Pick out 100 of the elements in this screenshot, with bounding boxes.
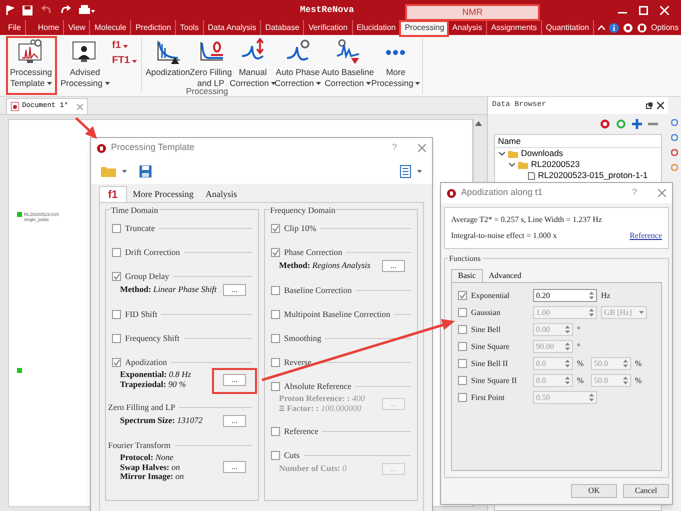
settings-button[interactable]: ... bbox=[223, 374, 246, 386]
app-logo-icon bbox=[97, 144, 106, 152]
dialog-tab[interactable]: f1 bbox=[99, 186, 127, 202]
checkbox[interactable] bbox=[271, 382, 280, 390]
caret-icon bbox=[122, 170, 127, 172]
maximize-icon bbox=[639, 6, 648, 14]
unit-label: ° bbox=[577, 324, 582, 336]
unit-label: % bbox=[635, 374, 643, 386]
small-ribbon-button[interactable]: f1 bbox=[112, 40, 137, 52]
ribbon-button[interactable]: Auto Phase Correction bbox=[274, 38, 322, 90]
spinner-arrows-icon bbox=[565, 342, 570, 351]
ribbon-button[interactable]: More Processing bbox=[374, 38, 418, 90]
small-ribbon-button[interactable]: FT1 bbox=[112, 55, 137, 67]
checkbox[interactable] bbox=[458, 359, 467, 368]
option-label: Absolute Reference bbox=[284, 380, 352, 392]
option-label: First Point bbox=[471, 392, 506, 404]
context-group-label: NMR bbox=[405, 4, 540, 21]
option-label: Group Delay bbox=[125, 270, 170, 282]
spin-field[interactable]: 0.20 bbox=[533, 289, 597, 302]
spinner-arrows-icon bbox=[565, 376, 570, 385]
dialog-tab[interactable]: More Processing bbox=[126, 187, 200, 202]
save-icon bbox=[139, 164, 152, 178]
tool-icon bbox=[671, 164, 678, 171]
folder-icon bbox=[101, 166, 116, 176]
option-label: Apodization bbox=[125, 356, 168, 368]
setting-text: Protocol: None bbox=[120, 453, 174, 462]
settings-button[interactable]: ... bbox=[382, 260, 405, 272]
restore-icon bbox=[646, 102, 653, 109]
dialog-button[interactable]: OK bbox=[571, 484, 617, 498]
option-label: FID Shift bbox=[125, 308, 158, 320]
ribbon-button[interactable]: Manual Correction bbox=[232, 38, 274, 90]
checkbox[interactable] bbox=[112, 272, 121, 280]
collapse-icon bbox=[598, 25, 606, 30]
checkbox[interactable] bbox=[458, 342, 467, 351]
section-title: Zero Filling and LP bbox=[108, 400, 176, 414]
checkbox[interactable] bbox=[458, 325, 467, 334]
spinner-arrows-icon bbox=[565, 325, 570, 334]
checkbox[interactable] bbox=[271, 286, 280, 294]
baseline-icon bbox=[334, 38, 362, 66]
check-icon bbox=[459, 292, 466, 299]
reference-link[interactable]: Reference bbox=[630, 230, 662, 242]
spinner-arrows-icon bbox=[623, 376, 628, 385]
spinner-arrows-icon bbox=[623, 359, 628, 368]
checkbox[interactable] bbox=[271, 450, 280, 460]
setting-text: Proton Reference: : 400 bbox=[279, 394, 366, 404]
caret-icon bbox=[639, 311, 644, 314]
option-label: Gaussian bbox=[471, 306, 502, 318]
window-title: MestReNova bbox=[300, 4, 354, 17]
checkbox[interactable] bbox=[458, 393, 467, 402]
checkbox[interactable] bbox=[112, 248, 121, 256]
checkbox[interactable] bbox=[271, 334, 280, 342]
checkbox[interactable] bbox=[458, 308, 467, 317]
group-title: Frequency Domain bbox=[269, 204, 336, 217]
stop-icon bbox=[600, 119, 610, 129]
dialog-button[interactable]: Cancel bbox=[623, 484, 669, 498]
refresh-icon bbox=[616, 119, 626, 129]
tree-item[interactable]: Downloads bbox=[495, 148, 661, 159]
setting-text: Ξ Factor: : 100.000000 bbox=[279, 404, 362, 413]
checkbox[interactable] bbox=[458, 376, 467, 385]
settings-button[interactable]: ... bbox=[223, 461, 246, 474]
tree-item[interactable]: RL20200523 bbox=[495, 159, 661, 170]
option-label: Clip 10% bbox=[284, 222, 316, 234]
option-label: Sine Square II bbox=[471, 374, 518, 386]
caret-icon bbox=[417, 170, 422, 172]
close-icon bbox=[418, 144, 426, 152]
unit-label: % bbox=[577, 358, 585, 370]
close-icon bbox=[658, 189, 666, 197]
ribbon-button[interactable]: Processing Template bbox=[8, 38, 54, 90]
checkbox[interactable] bbox=[458, 291, 467, 300]
option-label: Frequency Shift bbox=[125, 332, 180, 344]
dialog-tab[interactable]: Analysis bbox=[200, 187, 244, 202]
checkbox[interactable] bbox=[271, 248, 280, 256]
checkbox[interactable] bbox=[271, 310, 280, 318]
save-icon bbox=[22, 4, 33, 16]
ribbon-button[interactable]: Advised Processing bbox=[62, 38, 108, 90]
settings-button[interactable]: ... bbox=[223, 284, 246, 296]
tree-item[interactable]: RL20200523-015_proton-1-1 bbox=[495, 170, 661, 181]
app-flag-icon bbox=[6, 5, 14, 15]
info-text: Average T2* = 0.257 s, Line Width = 1.237 Hz bbox=[451, 214, 603, 226]
checkbox[interactable] bbox=[271, 224, 280, 232]
checkbox[interactable] bbox=[112, 358, 121, 366]
column-header[interactable]: Name bbox=[495, 135, 661, 148]
list-icon bbox=[400, 164, 411, 178]
redo-icon bbox=[60, 5, 71, 15]
option-label: Baseline Correction bbox=[284, 284, 352, 296]
dialog-tab[interactable]: Advanced bbox=[482, 270, 528, 282]
checkbox[interactable] bbox=[112, 334, 121, 342]
dialog-tab[interactable]: Basic bbox=[451, 269, 483, 282]
checkbox[interactable] bbox=[112, 224, 121, 232]
option-label: Reverse bbox=[284, 356, 312, 368]
spinner-arrows-icon bbox=[589, 308, 594, 317]
checkbox[interactable] bbox=[112, 310, 121, 318]
close-icon bbox=[77, 104, 84, 110]
dialog-title: Processing Template bbox=[111, 141, 194, 154]
settings-button[interactable]: ... bbox=[223, 415, 246, 427]
checkbox[interactable] bbox=[271, 358, 280, 366]
close-icon bbox=[657, 102, 664, 109]
check-icon bbox=[272, 224, 279, 232]
options-label[interactable]: Options bbox=[651, 22, 679, 34]
checkbox[interactable] bbox=[271, 426, 280, 436]
